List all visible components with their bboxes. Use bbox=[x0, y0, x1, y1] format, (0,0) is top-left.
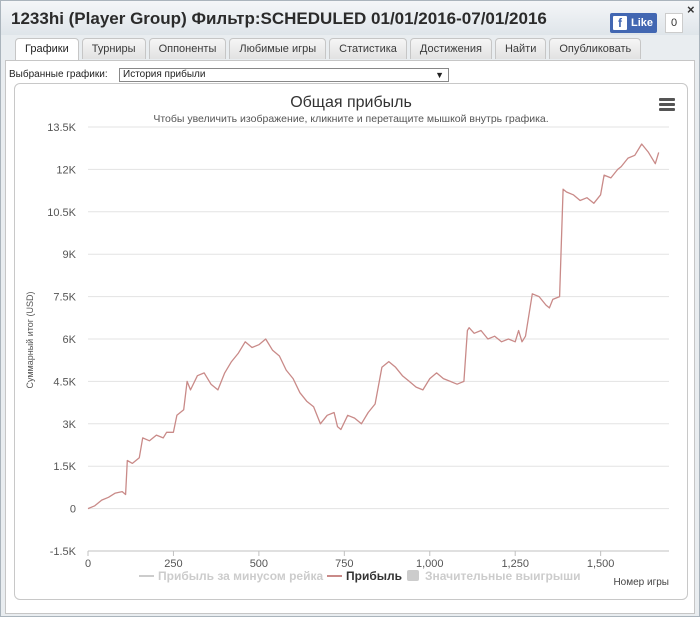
y-tick-label: 13.5K bbox=[47, 122, 76, 134]
y-tick-label: 3K bbox=[63, 419, 77, 431]
y-tick-label: 10.5K bbox=[47, 207, 76, 219]
window: 1233hi (Player Group) Фильтр:SCHEDULED 0… bbox=[0, 0, 700, 617]
y-axis-label: Суммарный итог (USD) bbox=[25, 291, 35, 388]
legend-label: Значительные выигрыши bbox=[425, 569, 581, 583]
legend-item[interactable]: Значительные выигрыши bbox=[407, 569, 581, 583]
y-tick-label: 4.5K bbox=[53, 376, 76, 388]
x-tick-label: 0 bbox=[85, 558, 91, 570]
y-tick-label: -1.5K bbox=[50, 546, 77, 558]
legend-symbol bbox=[407, 570, 419, 581]
legend-item[interactable]: Прибыль за минусом рейка bbox=[139, 569, 323, 583]
x-tick-label: 1,500 bbox=[587, 558, 615, 570]
series-line-profit bbox=[87, 143, 660, 510]
chart-subtitle: Чтобы увеличить изображение, кликните и … bbox=[153, 113, 548, 125]
chart-menu-icon[interactable] bbox=[659, 98, 675, 112]
y-tick-label: 12K bbox=[56, 164, 76, 176]
chart-title: Общая прибыль bbox=[290, 94, 412, 111]
y-tick-label: 0 bbox=[70, 504, 76, 516]
legend-label: Прибыль bbox=[346, 569, 402, 583]
y-tick-label: 6K bbox=[63, 334, 77, 346]
y-tick-label: 9K bbox=[63, 249, 77, 261]
y-tick-label: 1.5K bbox=[53, 461, 76, 473]
profit-chart: Общая прибыль Чтобы увеличить изображени… bbox=[25, 94, 669, 588]
x-axis-label: Номер игры bbox=[613, 577, 669, 588]
legend-item[interactable]: Прибыль bbox=[327, 569, 402, 583]
y-tick-label: 7.5K bbox=[53, 292, 76, 304]
legend-label: Прибыль за минусом рейка bbox=[158, 569, 323, 583]
